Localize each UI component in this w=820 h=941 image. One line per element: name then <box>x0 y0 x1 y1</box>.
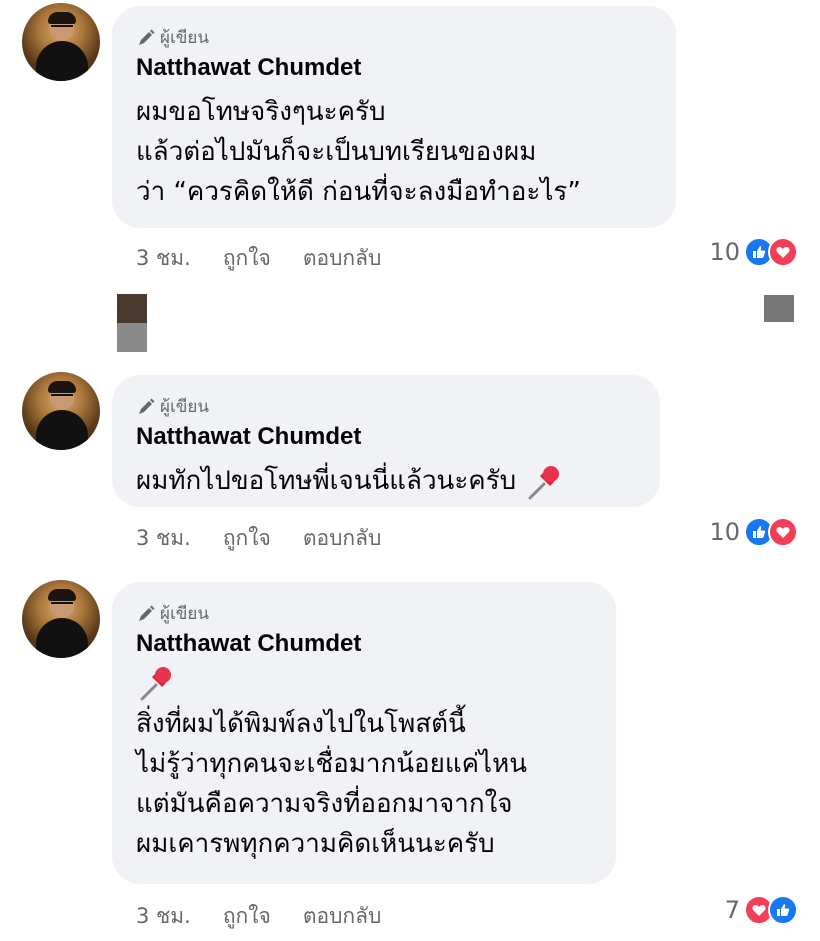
love-icon <box>768 517 798 547</box>
author-badge-label: ผู้เขียน <box>160 28 209 48</box>
comment-line: ว่า “ควรคิดให้ดี ก่อนที่จะลงมือทำอะไร” <box>136 177 581 207</box>
timestamp[interactable]: 3 ชม. <box>136 522 191 555</box>
author-badge-label: ผู้เขียน <box>160 397 209 417</box>
comment-line: ไม่รู้ว่าทุกคนจะเชื่อมากน้อยแค่ไหน <box>136 749 528 779</box>
author-name[interactable]: Natthawat Chumdet <box>136 630 361 658</box>
avatar[interactable] <box>22 580 100 658</box>
pushpin-icon <box>140 666 171 700</box>
author-badge: ผู้เขียน <box>136 600 209 627</box>
censored-block <box>764 295 794 322</box>
reaction-summary[interactable]: 7 <box>725 895 798 925</box>
reaction-summary[interactable]: 10 <box>709 517 798 547</box>
comment-line: ผมเคารพทุกความคิดเห็นนะครับ <box>136 829 495 859</box>
like-button[interactable]: ถูกใจ <box>223 522 271 555</box>
comment-bubble: ผู้เขียน Natthawat Chumdet ผมทักไปขอโทษพ… <box>112 375 660 507</box>
author-name[interactable]: Natthawat Chumdet <box>136 54 361 82</box>
comment-actions: 3 ชม. ถูกใจ ตอบกลับ <box>136 900 413 933</box>
author-name[interactable]: Natthawat Chumdet <box>136 423 361 451</box>
reaction-count: 10 <box>709 238 740 266</box>
pen-icon <box>139 29 155 45</box>
comment-bubble: ผู้เขียน Natthawat Chumdet สิ่งที่ผมได้พ… <box>112 582 616 884</box>
like-button[interactable]: ถูกใจ <box>223 900 271 933</box>
pen-icon <box>139 398 155 414</box>
timestamp[interactable]: 3 ชม. <box>136 242 191 275</box>
censored-avatar-block <box>117 294 147 352</box>
comment-actions: 3 ชม. ถูกใจ ตอบกลับ <box>136 522 413 555</box>
comment-line: แต่มันคือความจริงที่ออกมาจากใจ <box>136 789 513 819</box>
author-badge: ผู้เขียน <box>136 24 209 51</box>
pen-icon <box>139 605 155 621</box>
reply-button[interactable]: ตอบกลับ <box>303 242 382 275</box>
comment-bubble: ผู้เขียน Natthawat Chumdet ผมขอโทษจริงๆน… <box>112 6 676 228</box>
love-icon <box>768 237 798 267</box>
timestamp[interactable]: 3 ชม. <box>136 900 191 933</box>
author-badge: ผู้เขียน <box>136 393 209 420</box>
comment-actions: 3 ชม. ถูกใจ ตอบกลับ <box>136 242 413 275</box>
comment-line: ผมทักไปขอโทษพี่เจนนี่แล้วนะครับ <box>136 466 517 496</box>
author-badge-label: ผู้เขียน <box>160 604 209 624</box>
like-icon <box>768 895 798 925</box>
comment-text: ผมขอโทษจริงๆนะครับ แล้วต่อไปมันก็จะเป็นบ… <box>136 92 581 212</box>
reaction-summary[interactable]: 10 <box>709 237 798 267</box>
avatar[interactable] <box>22 372 100 450</box>
reply-button[interactable]: ตอบกลับ <box>303 900 382 933</box>
comment-text: ผมทักไปขอโทษพี่เจนนี่แล้วนะครับ <box>136 461 564 501</box>
comment-line: สิ่งที่ผมได้พิมพ์ลงไปในโพสต์นี้ <box>136 709 466 739</box>
reply-button[interactable]: ตอบกลับ <box>303 522 382 555</box>
reaction-count: 7 <box>724 896 740 924</box>
pushpin-icon <box>528 465 560 499</box>
comment-line: ผมขอโทษจริงๆนะครับ <box>136 97 386 127</box>
comment-text: สิ่งที่ผมได้พิมพ์ลงไปในโพสต์นี้ ไม่รู้ว่… <box>136 662 527 864</box>
reaction-count: 10 <box>709 518 740 546</box>
avatar[interactable] <box>22 3 100 81</box>
comment-line: แล้วต่อไปมันก็จะเป็นบทเรียนของผม <box>136 137 537 167</box>
like-button[interactable]: ถูกใจ <box>223 242 271 275</box>
